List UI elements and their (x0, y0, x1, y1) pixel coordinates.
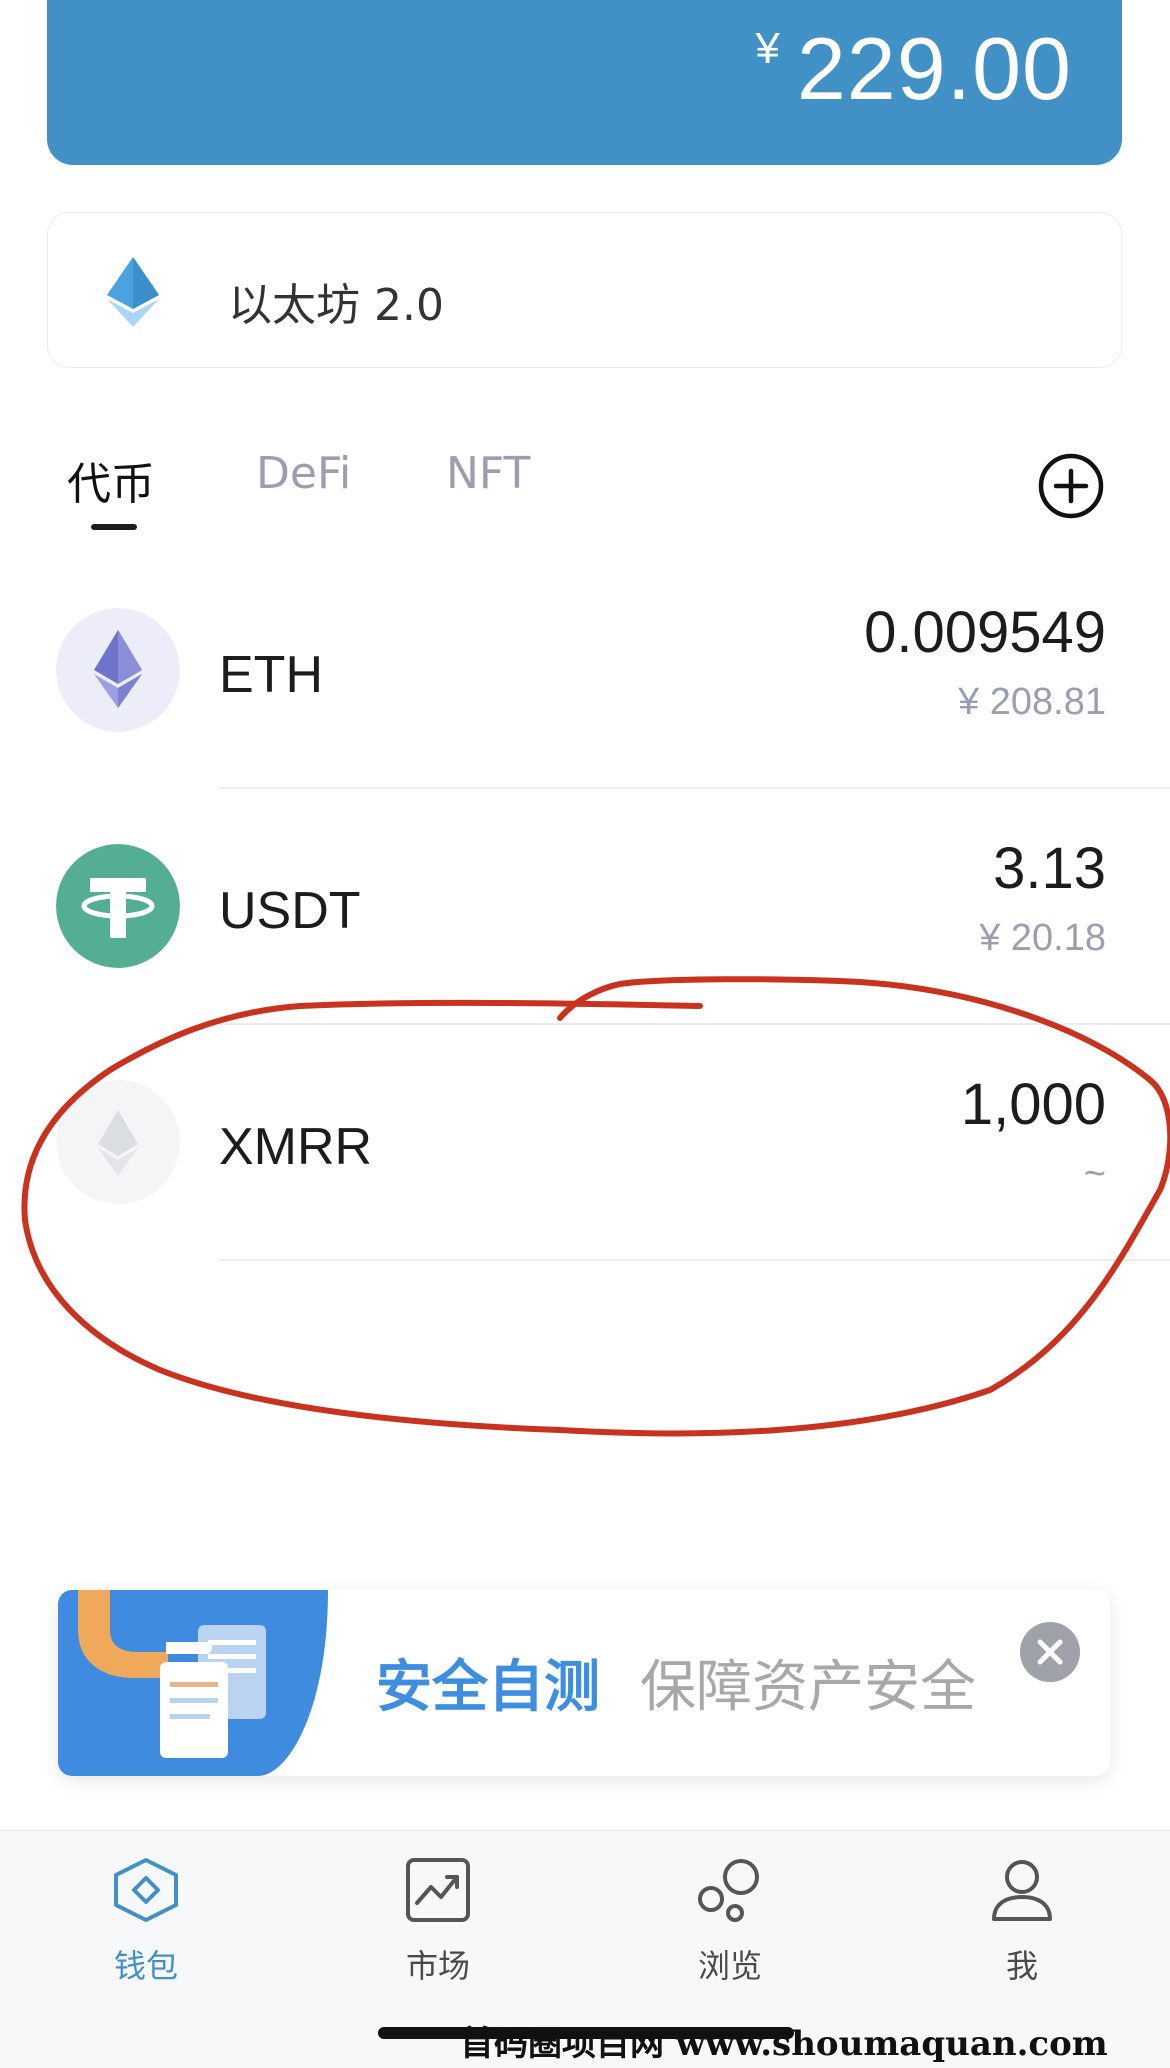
token-amount: 3.13 (993, 836, 1106, 901)
promo-title: 安全自测 (376, 1655, 600, 1720)
nav-item-market[interactable]: 市场 (338, 1831, 538, 2031)
add-token-button[interactable] (1038, 453, 1104, 519)
tether-icon (56, 844, 180, 968)
tab-defi[interactable]: DeFi (256, 448, 351, 499)
ethereum-diamond-icon (107, 257, 159, 327)
nav-label: 我 (1005, 1947, 1038, 1985)
close-icon[interactable] (1020, 1622, 1080, 1682)
token-row-usdt[interactable]: USDT 3.13 ¥ 20.18 (0, 789, 1170, 1025)
security-check-banner[interactable]: 安全自测 保障资产安全 (58, 1590, 1110, 1776)
row-divider (219, 1259, 1170, 1261)
token-row-xmrr[interactable]: XMRR 1,000 ~ (0, 1025, 1170, 1261)
nav-item-me[interactable]: 我 (922, 1831, 1122, 2031)
security-document-illustration (58, 1590, 328, 1776)
nav-label: 市场 (405, 1947, 470, 1985)
balance-card[interactable]: ¥229.00 (47, 0, 1122, 165)
nav-item-browse[interactable]: 浏览 (630, 1831, 830, 2031)
token-fiat-value: ~ (1083, 1153, 1106, 1195)
token-fiat-value: ¥ 20.18 (979, 917, 1106, 959)
market-chart-icon (406, 1858, 470, 1922)
network-selector[interactable]: 以太坊 2.0 (47, 212, 1122, 368)
token-symbol: XMRR (219, 1118, 373, 1176)
nav-label: 钱包 (113, 1947, 178, 1985)
token-fiat-value: ¥ 208.81 (958, 681, 1106, 723)
network-label: 以太坊 2.0 (228, 280, 444, 331)
token-amount: 1,000 (960, 1072, 1106, 1137)
token-symbol: ETH (219, 646, 323, 704)
ethereum-gray-icon (56, 1080, 180, 1204)
browse-bubbles-icon (698, 1859, 759, 1922)
ethereum-icon (56, 608, 180, 732)
token-symbol: USDT (219, 882, 361, 940)
profile-icon (992, 1860, 1052, 1921)
promo-subtitle: 保障资产安全 (640, 1655, 976, 1720)
nav-label: 浏览 (697, 1947, 762, 1985)
balance-amount-value: 229.00 (796, 19, 1072, 118)
token-amount: 0.009549 (864, 600, 1106, 665)
nav-item-wallet[interactable]: 钱包 (46, 1831, 246, 2031)
watermark: 首码圈项目网 www.shoumaquan.com (460, 2024, 1108, 2064)
token-row-eth[interactable]: ETH 0.009549 ¥ 208.81 (0, 553, 1170, 789)
wallet-icon (114, 1858, 178, 1922)
total-balance: ¥229.00 (755, 25, 1072, 113)
balance-currency-symbol: ¥ (755, 24, 781, 73)
active-tab-indicator (91, 524, 137, 530)
asset-tabs: 代币 DeFi NFT (0, 440, 1170, 540)
tab-tokens[interactable]: 代币 (67, 448, 155, 512)
tab-nft[interactable]: NFT (446, 448, 530, 499)
